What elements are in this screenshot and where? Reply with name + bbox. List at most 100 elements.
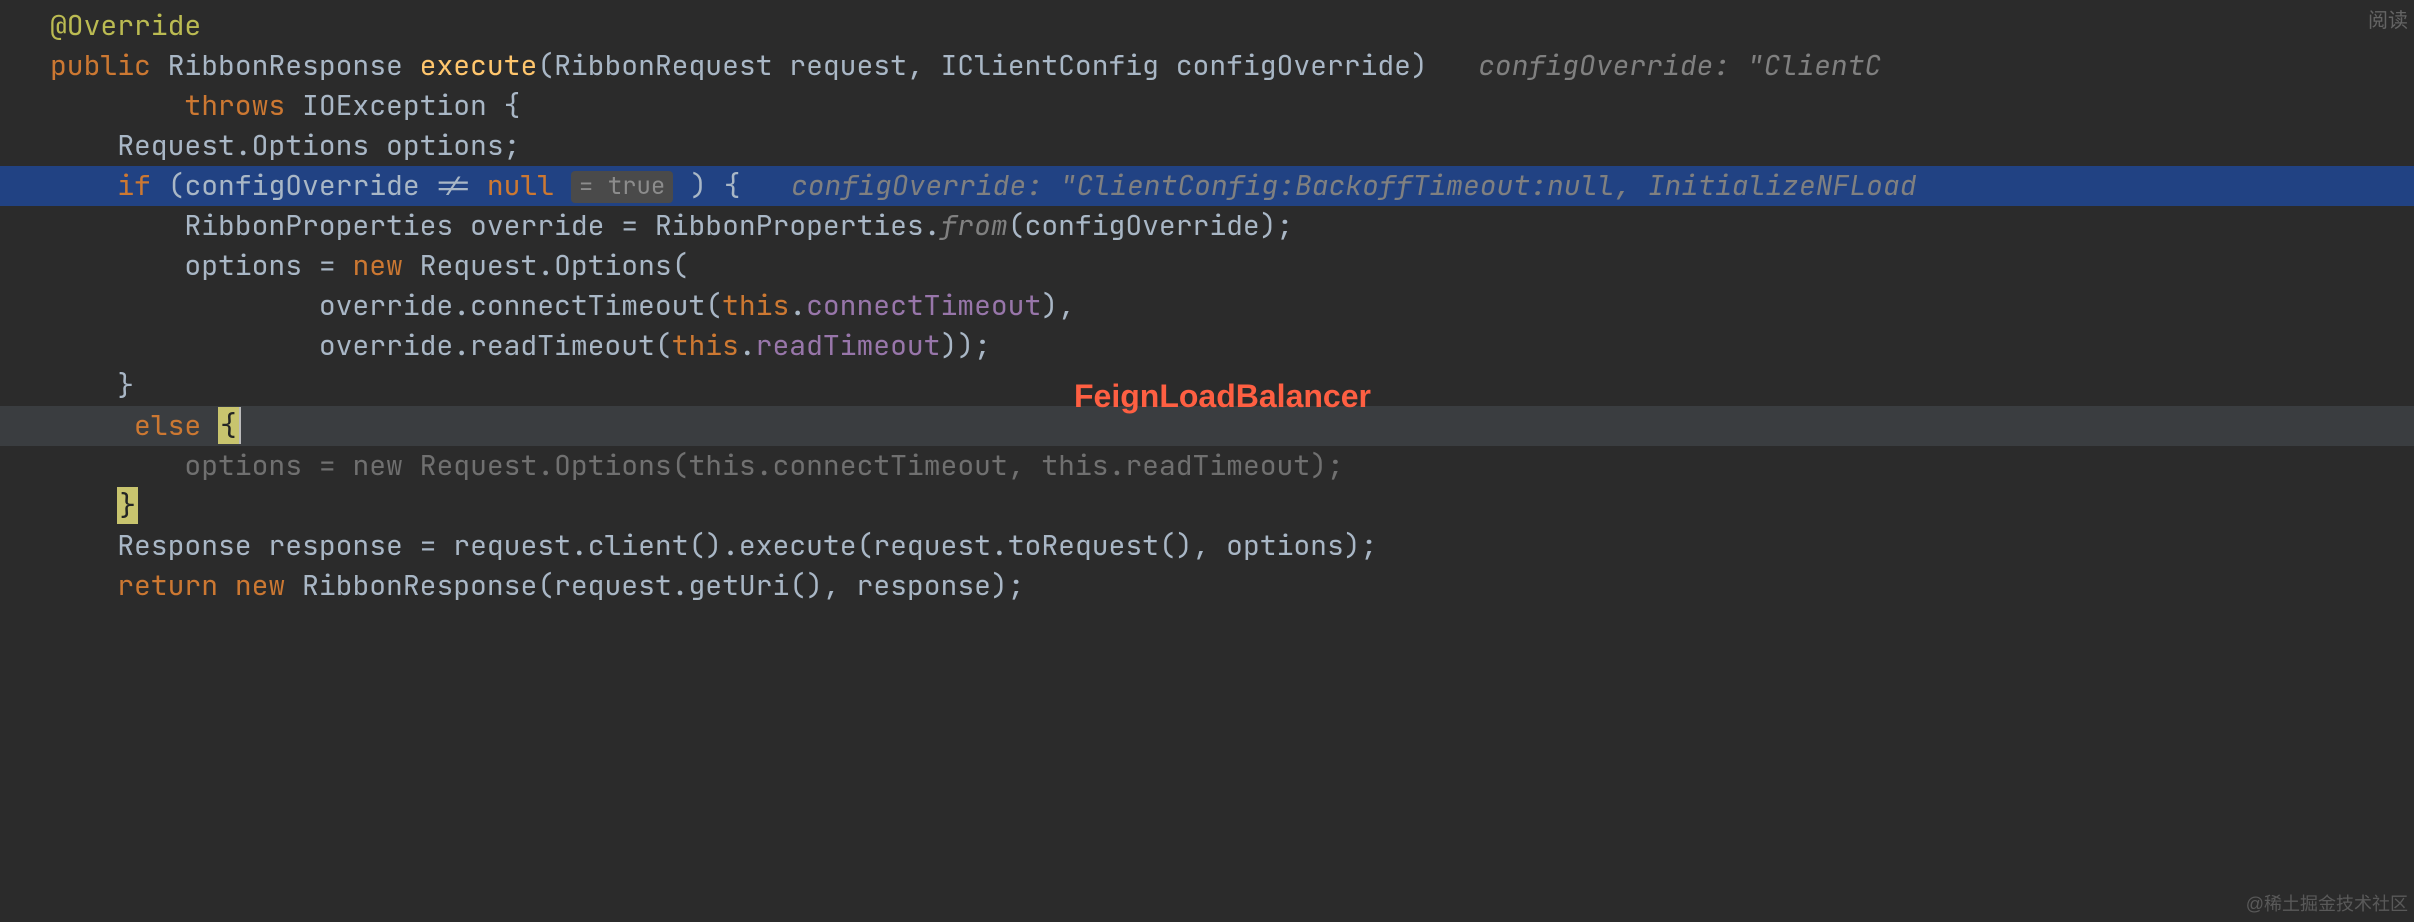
code-line[interactable]: options = new Request.Options( (0, 246, 2414, 286)
paren: ); (1310, 447, 1344, 484)
type: Request.Options (117, 127, 369, 164)
keyword: public (50, 47, 151, 84)
brace: { (504, 87, 521, 124)
paren: (), (789, 567, 839, 604)
paren: ( (1008, 207, 1025, 244)
method-call: getUri (688, 567, 789, 604)
code-line[interactable]: } (0, 486, 2414, 526)
code-line[interactable]: RibbonProperties override = RibbonProper… (0, 206, 2414, 246)
debug-inlay: = true (571, 171, 673, 203)
var: response (268, 527, 402, 564)
annotation-token: @Override (50, 7, 201, 44)
paren: ( (857, 527, 874, 564)
field: readTimeout (1125, 447, 1310, 484)
keyword: throws (184, 87, 285, 124)
inline-hint: configOverride: "ClientConfig:BackoffTim… (791, 167, 1917, 204)
keyword-this: this (1041, 447, 1108, 484)
method-call: toRequest (1008, 527, 1159, 564)
code-line[interactable]: @Override (0, 6, 2414, 46)
overlay-annotation: FeignLoadBalancer (1074, 378, 1371, 415)
paren: ); (1344, 527, 1378, 564)
code-editor[interactable]: 阅读 @Override public RibbonResponse execu… (0, 0, 2414, 922)
code-line[interactable]: override.connectTimeout(this.connectTime… (0, 286, 2414, 326)
type: Response (117, 527, 251, 564)
paren: ) (690, 167, 707, 204)
comma: , (1008, 447, 1025, 484)
paren: (). (689, 527, 739, 564)
field: readTimeout (756, 327, 941, 364)
operator: = (420, 527, 437, 564)
dot: . (789, 287, 806, 324)
type: RibbonProperties (184, 207, 453, 244)
var: override (319, 327, 453, 364)
type: RibbonProperties (655, 207, 924, 244)
keyword: return (117, 567, 218, 604)
code-line[interactable]: Response response = request.client().exe… (0, 526, 2414, 566)
code-line-breakpoint[interactable]: if (configOverride != null = true ) { co… (0, 166, 2414, 206)
keyword: new (352, 247, 402, 284)
type: RibbonResponse (302, 567, 537, 604)
inline-hint: configOverride: "ClientC (1478, 47, 1881, 84)
var: options (386, 127, 504, 164)
method-call: readTimeout (470, 327, 655, 364)
method-name: execute (420, 47, 538, 84)
paren: ( (705, 287, 722, 324)
paren: ( (537, 567, 554, 604)
type: Request.Options (420, 447, 672, 484)
keyword: else (134, 407, 201, 444)
code-line[interactable]: Request.Options options; (0, 126, 2414, 166)
brace-match: } (117, 487, 138, 524)
paren: ), (1041, 287, 1075, 324)
code-line[interactable]: throws IOException { (0, 86, 2414, 126)
paren: ( (672, 447, 689, 484)
caret (239, 407, 241, 444)
var: response (857, 567, 991, 604)
var: options (1226, 527, 1344, 564)
semicolon: ; (504, 127, 521, 164)
keyword: new (352, 447, 402, 484)
keyword: if (117, 167, 151, 204)
dot: . (672, 567, 689, 604)
brace: } (117, 367, 134, 404)
type: IOException (302, 87, 487, 124)
code-line[interactable]: public RibbonResponse execute(RibbonRequ… (0, 46, 2414, 86)
var: request (453, 527, 571, 564)
type: IClientConfig (941, 47, 1159, 84)
keyword: new (235, 567, 285, 604)
var: options (184, 447, 302, 484)
code-line[interactable]: override.readTimeout(this.readTimeout)); (0, 326, 2414, 366)
field: connectTimeout (773, 447, 1008, 484)
dot: . (756, 447, 773, 484)
paren: ); (1260, 207, 1294, 244)
keyword-this: this (689, 447, 756, 484)
operator: = (621, 207, 638, 244)
var: override (470, 207, 604, 244)
watermark: @稀土掘金技术社区 (2246, 890, 2408, 916)
type: RibbonResponse (168, 47, 403, 84)
operator: != (436, 167, 470, 204)
param: configOverride (1176, 47, 1411, 84)
dot: . (924, 207, 941, 244)
param: request (789, 47, 907, 84)
type: Request.Options (420, 247, 672, 284)
static-method: from (941, 207, 1008, 244)
method-call: connectTimeout (470, 287, 705, 324)
dot: . (991, 527, 1008, 564)
paren: ( (672, 247, 689, 284)
code-line[interactable]: return new RibbonResponse(request.getUri… (0, 566, 2414, 606)
null-literal: null (487, 167, 554, 204)
var: configOverride (184, 167, 419, 204)
brace-match: { (218, 407, 239, 444)
code-line[interactable]: options = new Request.Options(this.conne… (0, 446, 2414, 486)
var: options (184, 247, 302, 284)
arg: configOverride (1025, 207, 1260, 244)
type: RibbonRequest (554, 47, 772, 84)
paren: )); (940, 327, 990, 364)
dot: . (453, 287, 470, 324)
dot: . (1109, 447, 1126, 484)
paren: ); (991, 567, 1025, 604)
keyword-this: this (722, 287, 789, 324)
dot: . (739, 327, 756, 364)
var: request (873, 527, 991, 564)
var: request (554, 567, 672, 604)
